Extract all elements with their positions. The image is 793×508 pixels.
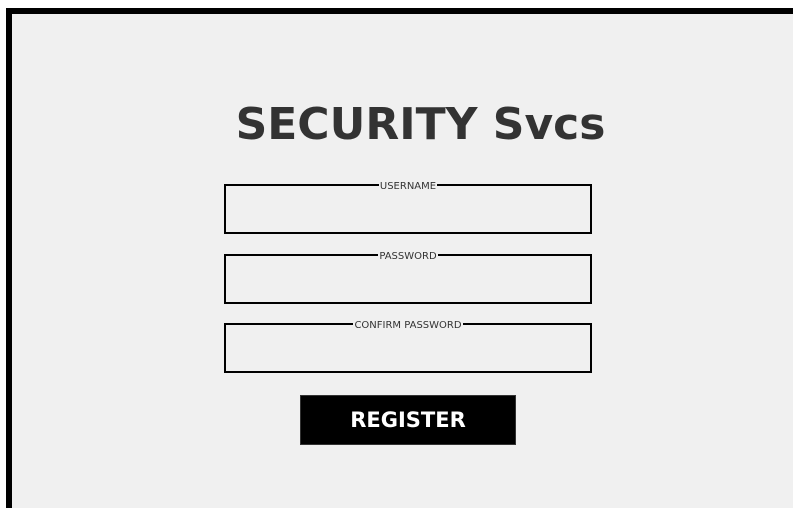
app-window: SECURITY Svcs USERNAME PASSWORD CONFIRM …: [6, 8, 793, 508]
confirm-password-input[interactable]: [230, 333, 586, 367]
register-button[interactable]: REGISTER: [300, 395, 516, 445]
confirm-password-field[interactable]: CONFIRM PASSWORD: [224, 320, 592, 373]
password-label: PASSWORD: [378, 251, 438, 262]
password-input[interactable]: [230, 264, 586, 298]
confirm-password-label: CONFIRM PASSWORD: [353, 320, 463, 331]
password-field[interactable]: PASSWORD: [224, 251, 592, 304]
page-title: SECURITY Svcs: [235, 99, 606, 150]
username-input[interactable]: [230, 194, 586, 228]
username-field[interactable]: USERNAME: [224, 181, 592, 234]
username-label: USERNAME: [378, 181, 438, 192]
